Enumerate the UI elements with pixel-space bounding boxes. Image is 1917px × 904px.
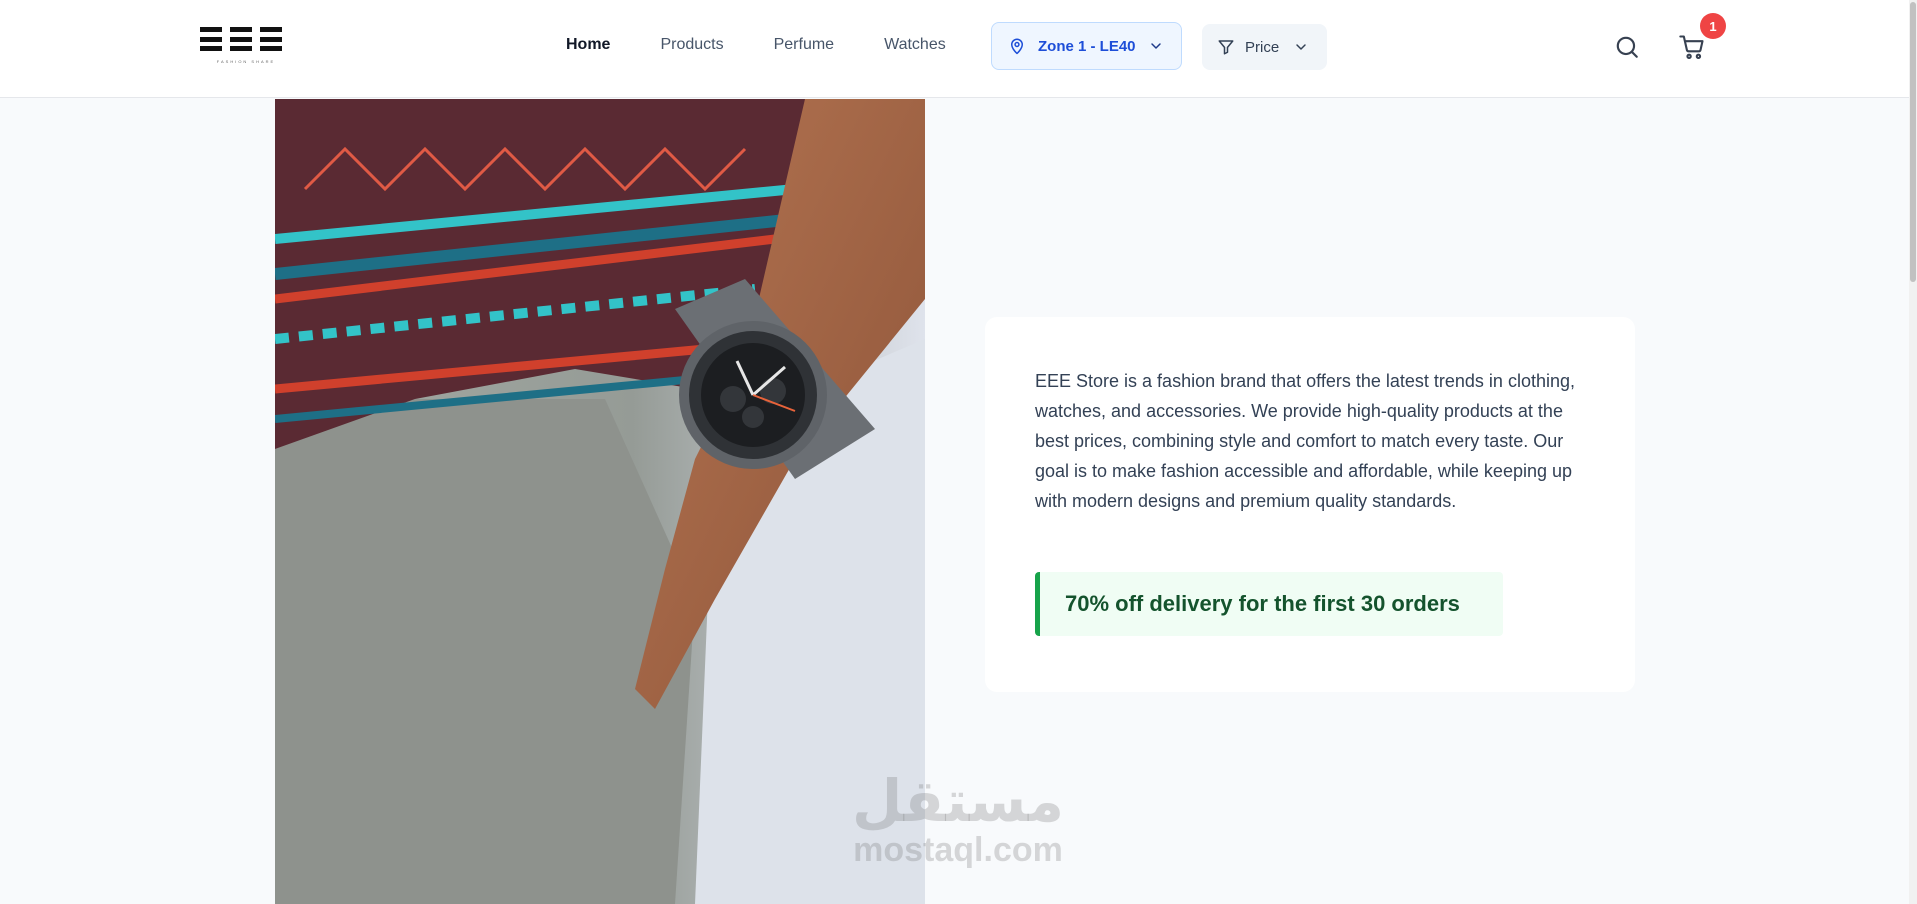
chevron-down-icon	[1296, 44, 1306, 50]
nav-products[interactable]: Products	[660, 36, 723, 54]
watermark-arabic: مستقل	[851, 767, 1065, 835]
price-filter-button[interactable]: Price	[1202, 24, 1327, 70]
page-scrollbar[interactable]	[1909, 0, 1917, 904]
search-icon[interactable]	[1614, 34, 1640, 60]
nav-perfume[interactable]: Perfume	[774, 36, 834, 54]
about-text: EEE Store is a fashion brand that offers…	[1035, 371, 1575, 511]
hero-image	[275, 99, 925, 904]
logo-mark	[200, 27, 292, 51]
map-pin-icon	[1011, 38, 1023, 55]
price-filter-label: Price	[1245, 38, 1280, 56]
site-header: FASHION SHARE Home Products Perfume Watc…	[0, 0, 1917, 98]
logo-tagline: FASHION SHARE	[216, 59, 276, 64]
about-card: EEE Store is a fashion brand that offers…	[985, 317, 1635, 692]
chevron-down-icon	[1150, 43, 1161, 49]
promo-banner: 70% off delivery for the first 30 orders	[1035, 572, 1503, 636]
nav-watches[interactable]: Watches	[884, 36, 946, 54]
filter-icon	[1218, 40, 1234, 55]
main-nav: Home Products Perfume Watches	[566, 0, 996, 90]
scrollbar-thumb[interactable]	[1910, 2, 1916, 282]
watermark: مستقل mostaql.com	[838, 770, 1078, 868]
nav-home[interactable]: Home	[566, 36, 610, 54]
watermark-latin: mostaql.com	[853, 831, 1063, 869]
zone-label: Zone 1 - LE40	[1038, 37, 1136, 55]
zone-selector-button[interactable]: Zone 1 - LE40	[991, 22, 1182, 70]
cart-count-badge: 1	[1700, 13, 1726, 39]
brand-logo[interactable]: FASHION SHARE	[200, 27, 292, 71]
cart-icon[interactable]	[1678, 33, 1706, 61]
